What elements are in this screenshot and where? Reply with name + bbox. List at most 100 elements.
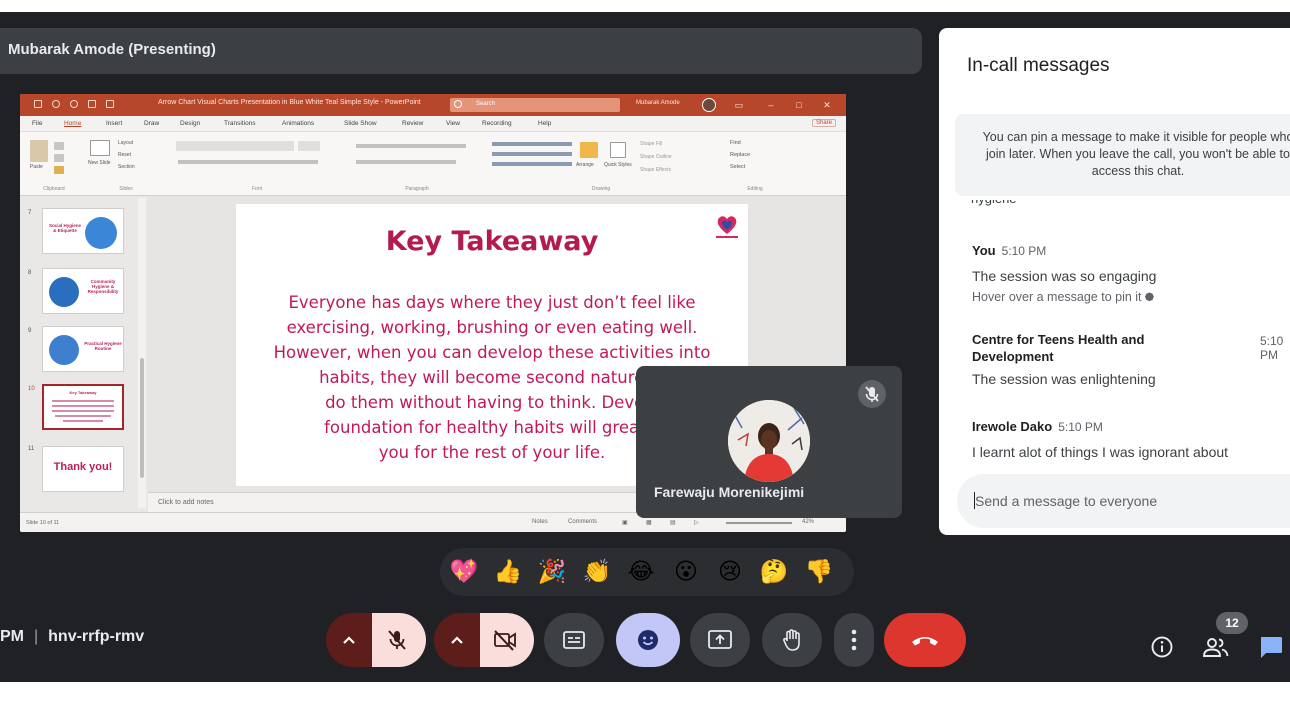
chat-message[interactable]: You 5:10 PM The session was so engaging H…: [972, 242, 1156, 305]
thumbnails-scrollbar: [138, 198, 146, 508]
shape-effects-label: Shape Effects: [640, 167, 672, 173]
reactions-bar: 💖 👍 🎉 👏 😂 😮 😢 🤔 👎: [440, 548, 854, 596]
thumbs-down-reaction-icon[interactable]: 👎: [803, 556, 835, 588]
ribbon-label-font: Font: [251, 186, 262, 192]
thumb-text-line: [52, 405, 114, 407]
format-painter-icon: [106, 100, 114, 108]
thumb-image: [85, 217, 117, 249]
layout-label: Layout: [118, 140, 134, 146]
meeting-details-icon[interactable]: [1150, 635, 1174, 659]
people-count-badge: 12: [1216, 612, 1248, 634]
paste-icon: [30, 140, 48, 162]
undo-icon: [52, 100, 60, 108]
thumb-title: Thank you!: [53, 461, 113, 473]
meeting-info: PM | hnv-rrfp-rmv: [0, 628, 144, 646]
raise-hand-button[interactable]: [762, 613, 822, 667]
pin-info-line: You can pin a message to make it visible…: [982, 130, 1290, 144]
thumb-title: Practical Hygiene Routine: [84, 341, 122, 351]
section-label: Section: [118, 164, 135, 170]
participant-name: Farewaju Morenikejimi: [654, 484, 805, 500]
slide-body-line: However, when you can develop these acti…: [273, 343, 711, 362]
pin-info-line: access this chat.: [1091, 164, 1185, 178]
emoji-icon: [638, 630, 658, 650]
thumbs-up-reaction-icon[interactable]: 👍: [492, 556, 524, 588]
notes-placeholder: Click to add notes: [158, 499, 214, 506]
reactions-button[interactable]: [616, 613, 680, 667]
thumb-number: 7: [28, 210, 32, 216]
leave-call-button[interactable]: [884, 613, 966, 667]
party-reaction-icon[interactable]: 🎉: [536, 556, 568, 588]
cut-icon: [54, 142, 64, 150]
meet-window: Mubarak Amode (Presenting) Arrow Chart V…: [0, 12, 1290, 682]
menu-transitions: Transitions: [224, 120, 256, 127]
thumb-text-line: [52, 400, 114, 402]
present-icon: [88, 100, 96, 108]
paste-label: Paste: [30, 164, 43, 170]
more-options-button[interactable]: [834, 613, 874, 667]
maximize-icon: □: [796, 100, 802, 110]
participant-tile[interactable]: Farewaju Morenikejimi: [636, 366, 902, 518]
slide-thumbnail: Social Hygiene & Etiquette: [42, 208, 124, 254]
chat-input-placeholder: Send a message to everyone: [975, 493, 1158, 509]
thinking-reaction-icon[interactable]: 🤔: [758, 556, 790, 588]
previous-message-text: hygiene: [971, 200, 1017, 206]
message-time: 5:10 PM: [1260, 334, 1284, 362]
comments-toggle: Comments: [568, 519, 598, 525]
slide-thumbnail-selected: Key Takeaway: [42, 384, 124, 430]
laugh-reaction-icon[interactable]: 😂: [625, 556, 657, 588]
present-now-button[interactable]: [690, 613, 750, 667]
message-sender: Irewole Dako: [972, 419, 1053, 434]
message-text: I learnt alot of things I was ignorant a…: [972, 444, 1229, 460]
ribbon-label-clipboard: Clipboard: [43, 186, 65, 192]
ribbon-group-drawing: Arrange Quick Styles Shape Fill Shape Ou…: [488, 138, 714, 192]
chat-message[interactable]: Irewole Dako 5:10 PM I learnt alot of thi…: [972, 418, 1228, 460]
chat-message-input[interactable]: Send a message to everyone: [957, 474, 1290, 528]
sad-reaction-icon[interactable]: 😢: [714, 556, 746, 588]
surprised-reaction-icon[interactable]: 😮: [670, 556, 702, 588]
ppt-share-button: Share: [811, 119, 836, 127]
present-icon: [708, 630, 732, 649]
message-time: 5:10 PM: [1001, 244, 1047, 258]
zoom-slider: [726, 522, 792, 524]
captions-button[interactable]: [544, 613, 604, 667]
video-options-button[interactable]: [434, 613, 480, 667]
menu-view: View: [446, 120, 460, 127]
pin-icon[interactable]: ⯄: [1145, 292, 1154, 304]
ribbon-group-slides: New Slide Layout Reset Section Slides: [86, 138, 166, 192]
chat-icon[interactable]: [1258, 635, 1284, 659]
camera-control: [434, 613, 534, 667]
microphone-toggle-button[interactable]: [372, 613, 426, 667]
in-call-messages-panel: In-call messages You can pin a message t…: [939, 28, 1290, 535]
reset-label: Reset: [118, 152, 132, 158]
font-format-row: [178, 160, 318, 164]
clap-reaction-icon[interactable]: 👏: [581, 556, 613, 588]
camera-toggle-button[interactable]: [480, 613, 534, 667]
save-icon: [34, 100, 42, 108]
font-name-box: [176, 141, 294, 151]
people-icon[interactable]: [1202, 635, 1230, 659]
heart-reaction-icon[interactable]: 💖: [448, 556, 480, 588]
menu-recording: Recording: [482, 120, 512, 127]
paragraph-row-1: [356, 144, 466, 148]
format-painter-icon: [54, 166, 64, 174]
message-sender: Centre for Teens Health and: [972, 332, 1145, 347]
ribbon-label-slides: Slides: [119, 186, 133, 192]
menu-animations: Animations: [282, 120, 315, 127]
chevron-up-icon: [451, 636, 463, 644]
raise-hand-icon: [783, 629, 800, 651]
chat-message[interactable]: Centre for Teens Health and Development …: [972, 332, 1156, 387]
chat-title: In-call messages: [967, 55, 1110, 76]
scrollbar-handle: [140, 358, 144, 478]
shapes-row-3: [492, 162, 572, 166]
thumb-text-line: [52, 410, 114, 412]
audio-options-button[interactable]: [326, 613, 372, 667]
ribbon-display-icon: ▭: [734, 100, 744, 110]
menu-slide-show: Slide Show: [344, 120, 377, 127]
ppt-search-box: Search: [450, 98, 620, 112]
arrange-label: Arrange: [576, 162, 594, 168]
shapes-row-2: [492, 152, 572, 156]
slide-body-line: exercising, working, brushing or even ea…: [286, 318, 698, 337]
participant-avatar: [728, 400, 810, 482]
close-icon: ✕: [823, 100, 831, 110]
menu-draw: Draw: [144, 120, 160, 127]
